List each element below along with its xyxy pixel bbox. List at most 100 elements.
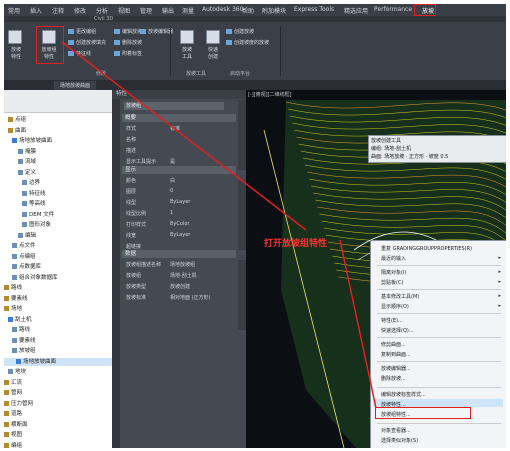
tree-item[interactable]: 压力管网 (4, 400, 112, 408)
property-value[interactable]: 标准 (170, 125, 180, 132)
tree-node-icon (8, 369, 13, 374)
menu-a360[interactable]: Autodesk 360 (202, 6, 243, 13)
context-menu-item[interactable]: 重复 GRADINGGROUPPROPERTIES(R) (381, 245, 472, 252)
context-menu-item[interactable]: 修剪曲面... (381, 341, 406, 348)
context-menu-item[interactable]: 最近的输入 (381, 255, 406, 262)
property-value[interactable]: ByLayer (170, 232, 190, 238)
create-grading-button[interactable]: 创建放坡 (226, 28, 254, 35)
tree-item[interactable]: 路线 (4, 284, 112, 292)
tree-item[interactable]: 刮土机 (4, 316, 116, 324)
object-type-select[interactable]: 放坡组 (124, 102, 224, 110)
grading-tools-label[interactable]: 放坡 工具 (176, 46, 198, 60)
tree-item[interactable]: 点数据库 (4, 263, 120, 271)
tree-item[interactable]: 汇流 (4, 379, 112, 387)
tree-item[interactable]: 组合对象数据库 (4, 274, 120, 282)
attach-label-button[interactable]: 附着标签 (114, 50, 142, 57)
menu-featured[interactable]: 精选应用 (344, 6, 368, 15)
tree-item-label: 编组 (11, 442, 23, 449)
property-name: 放坡组 (126, 273, 142, 279)
tree-item[interactable]: 流域 (4, 158, 126, 166)
menu-addins[interactable]: 附加模块 (262, 6, 286, 15)
property-value[interactable]: ByLayer (170, 199, 190, 205)
create-slope-grading-button[interactable]: 创建坡度的放坡 (226, 39, 269, 46)
context-menu-item[interactable]: 删除放坡... (381, 375, 406, 382)
tree-item[interactable]: 点编组 (4, 253, 120, 261)
palette-tab-display[interactable] (238, 180, 246, 250)
property-value[interactable]: 放坡创建 (170, 283, 190, 290)
document-tab[interactable]: 场地放坡曲面 (54, 81, 97, 90)
tree-item[interactable]: 掩膜 (4, 148, 126, 156)
context-menu-item[interactable]: 对象查看器... (381, 427, 411, 434)
tree-item[interactable]: 要素线 (4, 295, 112, 303)
delete-grading-button[interactable]: 删除放坡 (114, 39, 142, 46)
menu-help[interactable]: 帮助 (242, 6, 254, 15)
context-menu-item[interactable]: 放坡编辑器... (381, 365, 411, 372)
menu-express[interactable]: Express Tools (294, 6, 334, 13)
menu-home[interactable]: 常用 (8, 6, 20, 15)
tree-item[interactable]: 路线 (4, 326, 120, 334)
tree-item[interactable]: 曲面 (4, 127, 116, 135)
tree-item[interactable]: 地块 (4, 368, 116, 376)
create-infill-button[interactable]: 创建放坡填充 (68, 39, 106, 46)
menu-performance[interactable]: Performance (374, 6, 412, 13)
tree-item[interactable]: 点组 (4, 116, 116, 124)
menu-analyze[interactable]: 分析 (96, 6, 108, 15)
tree-item[interactable]: 道路 (4, 410, 112, 418)
grading-group-field[interactable]: 编组: 场地-刮土机 (371, 145, 411, 152)
tree-item[interactable]: 定义 (4, 169, 126, 177)
context-menu-item[interactable]: 选择类似对象(S) (381, 437, 418, 444)
tree-node-icon (18, 232, 23, 238)
grading-surface-field[interactable]: 曲面: 场地放坡 · 正方形 · 坡度 0.5 (371, 153, 448, 160)
grading-properties-label[interactable]: 放坡 特性 (6, 46, 26, 60)
context-menu-item[interactable]: 复制到曲面... (381, 351, 411, 358)
quick-create-label[interactable]: 快速 创建 (202, 46, 224, 60)
context-menu-item[interactable]: 特性(E)... (381, 317, 403, 324)
tree-item[interactable]: 管网 (4, 389, 112, 397)
quick-create-icon[interactable] (206, 30, 220, 44)
property-value[interactable]: ByColor (170, 221, 189, 227)
section-display[interactable]: 显示 (122, 166, 236, 174)
menu-output[interactable]: 输出 (162, 6, 174, 15)
property-value[interactable]: 白 (170, 177, 175, 184)
section-general[interactable]: 概要 (122, 114, 236, 122)
grading-properties-icon[interactable] (8, 30, 22, 44)
context-menu-item[interactable]: 快速选择(Q)... (381, 327, 414, 334)
property-value[interactable]: 是 (170, 158, 175, 165)
tree-item[interactable]: 横断面 (4, 421, 112, 429)
tree-item[interactable]: 场地放坡曲面 (4, 357, 124, 366)
menu-survey[interactable]: 测量 (182, 6, 194, 15)
menu-annotate[interactable]: 注释 (52, 6, 64, 15)
palette-tab-design[interactable] (238, 100, 246, 170)
edit-grading-button[interactable]: 编辑放坡 (114, 28, 142, 35)
menu-view[interactable]: 视图 (118, 6, 130, 15)
menu-manage[interactable]: 管理 (140, 6, 152, 15)
tree-item[interactable]: 要素线 (4, 337, 120, 345)
property-name: 打印样式 (126, 222, 147, 228)
context-menu-item[interactable]: 隔离对象(I) (381, 269, 406, 276)
property-value[interactable]: 相对地面 (正方形) (170, 294, 211, 301)
property-value[interactable]: 0 (170, 188, 173, 194)
menu-modify[interactable]: 修改 (74, 6, 86, 15)
grading-editor-button[interactable]: 放坡编辑器 (140, 28, 173, 35)
tree-item[interactable]: 编辑 (4, 232, 126, 240)
grading-tools-icon[interactable] (180, 30, 194, 44)
menu-insert[interactable]: 插入 (30, 6, 42, 15)
change-group-button[interactable]: 更改编组 (68, 28, 96, 35)
tree-item[interactable]: 视图 (4, 431, 112, 439)
context-menu-item[interactable]: 编辑放坡标签样式... (381, 391, 426, 398)
tree-item[interactable]: 编组 (4, 442, 112, 449)
tree-item[interactable]: 放坡组 (4, 347, 120, 355)
tree-item[interactable]: 场地 (4, 305, 112, 313)
context-menu-item[interactable]: 基本修改工具(M) (381, 293, 419, 300)
feature-line-button[interactable]: 特征线 (68, 50, 91, 57)
property-value[interactable]: 场地放坡组 (170, 261, 195, 268)
palette-tab-extended[interactable] (238, 260, 246, 330)
tree-item[interactable]: 场地放坡曲面 (4, 137, 120, 145)
property-value[interactable]: 场地-刮土机 (170, 272, 197, 279)
context-menu-item[interactable]: 显示顺序(O) (381, 303, 409, 310)
property-value[interactable]: 1 (170, 210, 173, 216)
tree-item[interactable]: 点文件 (4, 242, 120, 250)
context-menu-item[interactable]: 剪贴板(C) (381, 279, 403, 286)
section-data[interactable]: 数据 (122, 250, 236, 258)
group-launch-pad-label: 启动平台 (230, 71, 251, 77)
